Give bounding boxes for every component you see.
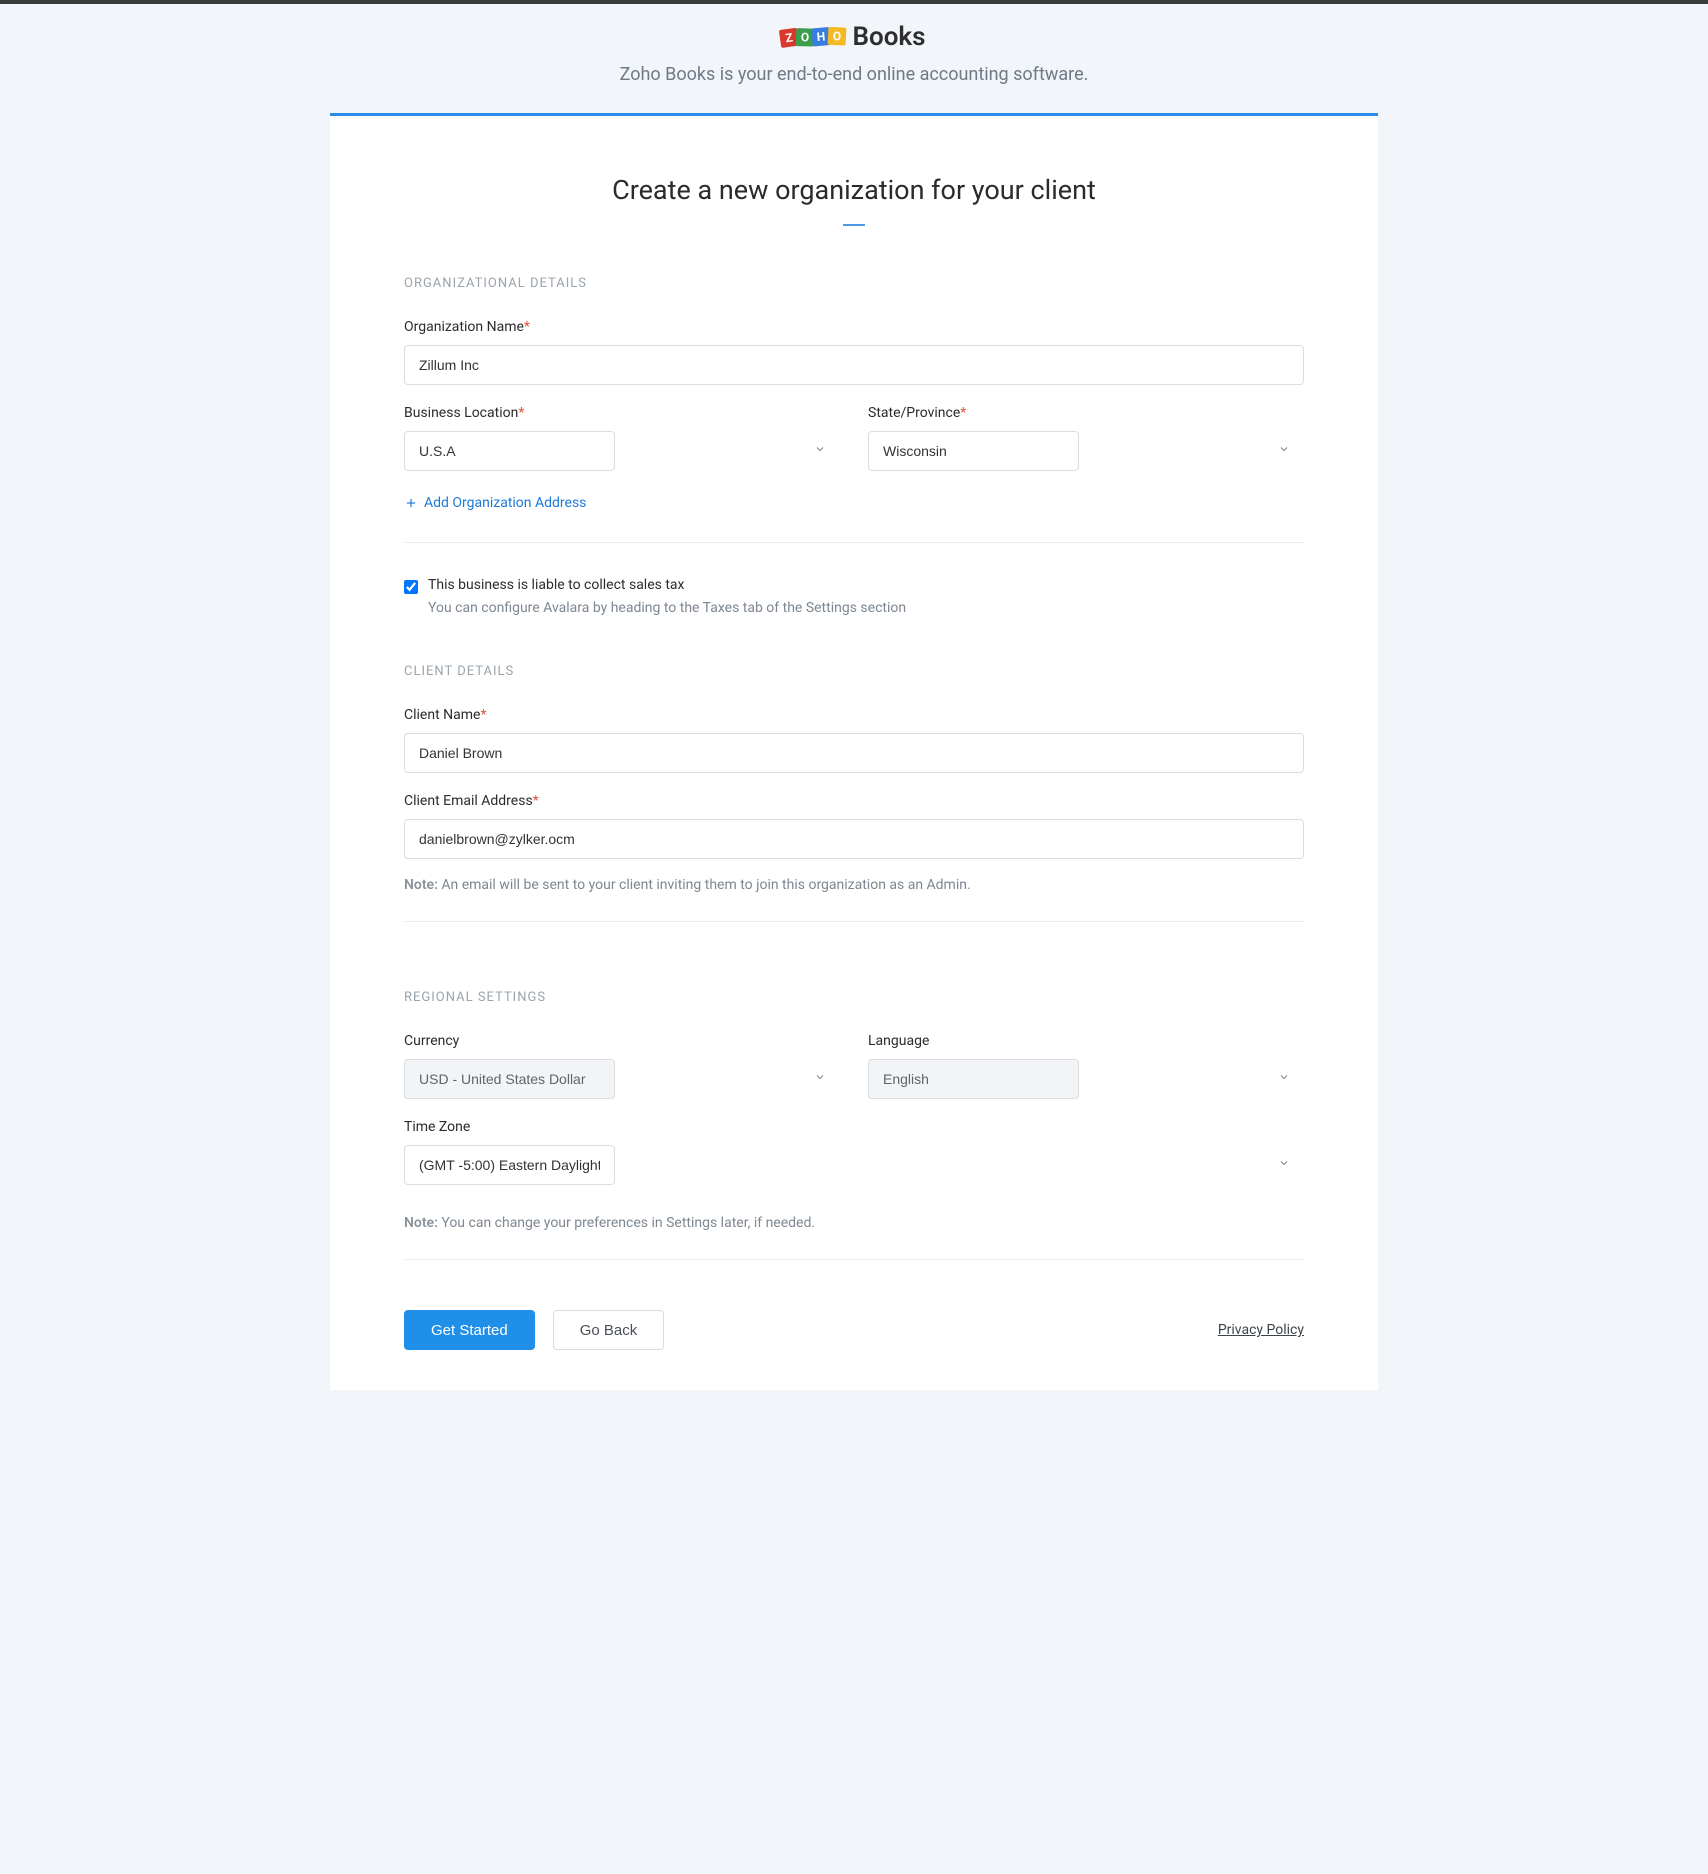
chevron-down-icon [814, 1071, 826, 1087]
chevron-down-icon [814, 443, 826, 459]
get-started-button[interactable]: Get Started [404, 1310, 535, 1350]
regional-note: Note: You can change your preferences in… [404, 1215, 1304, 1231]
client-email-input[interactable] [404, 819, 1304, 859]
timezone-label: Time Zone [404, 1119, 1304, 1135]
page-title: Create a new organization for your clien… [404, 174, 1304, 206]
plus-icon [404, 496, 418, 510]
state-label-text: State/Province [868, 405, 960, 421]
go-back-button[interactable]: Go Back [553, 1310, 665, 1350]
client-email-label-text: Client Email Address [404, 793, 533, 809]
business-location-select[interactable] [404, 431, 615, 471]
business-location-label: Business Location* [404, 405, 840, 421]
chevron-down-icon [1278, 443, 1290, 459]
regional-note-text: You can change your preferences in Setti… [438, 1215, 815, 1231]
sales-tax-checkbox[interactable] [404, 580, 418, 594]
add-organization-address-text: Add Organization Address [424, 495, 586, 511]
client-section-label: CLIENT DETAILS [404, 664, 1304, 679]
privacy-policy-link[interactable]: Privacy Policy [1218, 1322, 1304, 1338]
divider [404, 542, 1304, 543]
add-organization-address-link[interactable]: Add Organization Address [404, 495, 586, 511]
org-name-label-text: Organization Name [404, 319, 524, 335]
state-label: State/Province* [868, 405, 1304, 421]
org-name-label: Organization Name* [404, 319, 1304, 335]
regional-note-prefix: Note: [404, 1215, 438, 1231]
logo-letter-o2: O [828, 27, 847, 46]
chevron-down-icon [1278, 1157, 1290, 1173]
language-select[interactable] [868, 1059, 1079, 1099]
currency-label: Currency [404, 1033, 840, 1049]
divider [404, 921, 1304, 922]
language-label: Language [868, 1033, 1304, 1049]
sales-tax-sublabel: You can configure Avalara by heading to … [428, 600, 1304, 616]
org-section-label: ORGANIZATIONAL DETAILS [404, 276, 1304, 291]
zoho-books-logo: Z O H O Books [782, 22, 925, 52]
title-underline [843, 224, 865, 226]
regional-section-label: REGIONAL SETTINGS [404, 990, 1304, 1005]
org-name-input[interactable] [404, 345, 1304, 385]
state-select[interactable] [868, 431, 1079, 471]
client-email-label: Client Email Address* [404, 793, 1304, 809]
brand-word: Books [852, 22, 925, 52]
client-note-prefix: Note: [404, 877, 438, 893]
client-name-input[interactable] [404, 733, 1304, 773]
zoho-logo-icon: Z O H O [782, 27, 847, 47]
client-name-label-text: Client Name [404, 707, 480, 723]
client-note: Note: An email will be sent to your clie… [404, 877, 1304, 893]
main-card: Create a new organization for your clien… [330, 113, 1378, 1390]
timezone-select[interactable] [404, 1145, 615, 1185]
app-header: Z O H O Books Zoho Books is your end-to-… [330, 4, 1378, 113]
client-name-label: Client Name* [404, 707, 1304, 723]
business-location-label-text: Business Location [404, 405, 518, 421]
divider [404, 1259, 1304, 1260]
currency-select[interactable] [404, 1059, 615, 1099]
chevron-down-icon [1278, 1071, 1290, 1087]
tagline: Zoho Books is your end-to-end online acc… [330, 64, 1378, 85]
client-note-text: An email will be sent to your client inv… [438, 877, 971, 893]
sales-tax-label: This business is liable to collect sales… [428, 577, 684, 593]
